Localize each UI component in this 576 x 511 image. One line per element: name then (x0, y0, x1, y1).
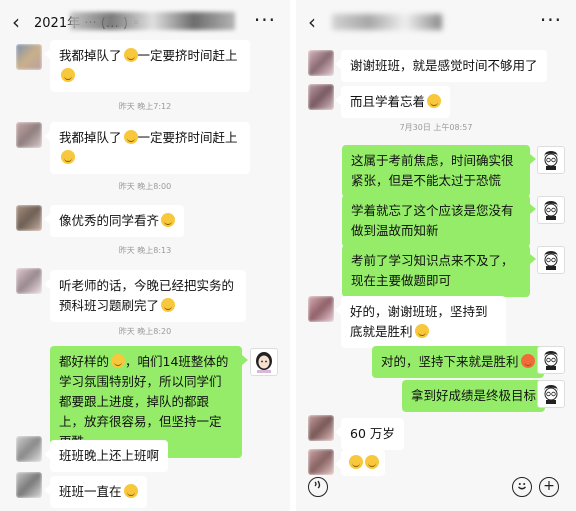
chat-header: ‹ 2021年 ··· (… ) ◦ ··· (0, 0, 290, 44)
message-text: 60 万岁 (350, 426, 395, 441)
grin-emoji-icon (427, 94, 442, 108)
my-avatar[interactable] (537, 196, 565, 224)
cartoon-boy-avatar-icon (544, 351, 558, 370)
avatar[interactable] (16, 44, 42, 70)
timestamp: 昨天 晚上7:12 (118, 102, 172, 111)
avatar[interactable] (308, 415, 334, 441)
laugh-emoji-icon (349, 455, 363, 469)
message-text-2: 一定要挤时间赶上 (137, 48, 238, 63)
chat-header: ‹ ··· (296, 0, 576, 44)
my-avatar[interactable] (537, 246, 565, 274)
message-text: 听老师的话，今晚已经把实务的预科班习题刷完了 (59, 278, 235, 313)
cartoon-boy-avatar-icon (544, 201, 558, 220)
avatar[interactable] (16, 472, 42, 498)
avatar[interactable] (308, 296, 334, 322)
message-bubble[interactable]: 像优秀的同学看齐 (43, 205, 185, 237)
my-avatar[interactable] (537, 146, 565, 174)
message-text: 谢谢班班，就是感觉时间不够用了 (350, 58, 538, 73)
title-redaction (332, 14, 442, 30)
avatar[interactable] (308, 84, 334, 110)
my-avatar[interactable] (537, 346, 565, 374)
message-text: 考前了学习知识点来不及了，现在主要做题即可 (351, 253, 514, 288)
more-icon[interactable]: ··· (254, 8, 276, 32)
message-bubble[interactable]: 班班晚上还上班啊 (43, 440, 169, 472)
smile-emoji-icon (161, 298, 176, 312)
message-bubble[interactable]: 而且学着忘着 (334, 86, 451, 118)
my-message-bubble[interactable]: 学着就忘了这个应该是您没有做到温故而知新 (342, 195, 536, 247)
my-message-bubble[interactable]: 对的，坚持下来就是胜利 (372, 346, 550, 378)
message-text: 这属于考前焦虑，时间确实很紧张，但是不能太过于恐慌 (351, 153, 514, 188)
avatar[interactable] (16, 122, 42, 148)
emoji-icon[interactable] (512, 477, 532, 497)
avatar[interactable] (308, 50, 334, 76)
laugh-emoji-icon (365, 455, 379, 469)
timestamp: 昨天 晚上8:13 (118, 246, 172, 255)
message-text: 都好样的 (59, 354, 110, 369)
smile-emoji-icon (61, 150, 75, 164)
my-message-bubble[interactable]: 这属于考前焦虑，时间确实很紧张，但是不能太过于恐慌 (342, 145, 536, 197)
avatar[interactable] (308, 449, 334, 475)
message-text: 对的，坚持下来就是胜利 (381, 354, 519, 369)
smile-emoji-icon (61, 68, 75, 82)
message-bubble[interactable]: 我都掉队了 一定要挤时间赶上 (44, 122, 250, 174)
avatar[interactable] (16, 436, 42, 462)
my-message-bubble[interactable]: 考前了学习知识点来不及了，现在主要做题即可 (342, 245, 536, 297)
victory-hand-emoji-icon (414, 324, 429, 338)
message-text: 班班一直在 (59, 484, 122, 499)
message-bubble[interactable]: 班班一直在 (44, 476, 147, 508)
message-bubble[interactable]: 好的，谢谢班班，坚持到底就是胜利 (335, 296, 506, 348)
cartoon-boy-avatar-icon (544, 251, 558, 270)
more-icon[interactable]: ··· (540, 8, 562, 32)
back-icon[interactable]: ‹ (12, 10, 20, 34)
cartoon-girl-avatar-icon (256, 352, 272, 373)
timestamp: 昨天 晚上8:20 (118, 327, 172, 336)
message-text: 我都掉队了 (59, 130, 122, 145)
voice-input-icon[interactable] (308, 477, 328, 497)
message-text: 而且学着忘着 (350, 94, 426, 109)
my-avatar[interactable] (250, 348, 278, 376)
thumbs-up-emoji-icon (111, 354, 126, 368)
message-bubble[interactable]: 谢谢班班，就是感觉时间不够用了 (335, 50, 547, 82)
back-icon[interactable]: ‹ (308, 10, 316, 34)
cartoon-boy-avatar-icon (544, 151, 558, 170)
my-avatar[interactable] (537, 380, 565, 408)
avatar[interactable] (16, 268, 42, 294)
smile-emoji-icon (123, 484, 138, 498)
message-bubble[interactable]: 听老师的话，今晚已经把实务的预科班习题刷完了 (44, 270, 246, 322)
timestamp: 昨天 晚上8:00 (118, 182, 172, 191)
grin-emoji-icon (123, 130, 138, 144)
message-text: 班班晚上还上班啊 (59, 448, 160, 463)
message-text: 拿到好成绩是终极目标 (411, 388, 537, 403)
message-bubble[interactable]: 60 万岁 (335, 418, 404, 450)
message-text: 学着就忘了这个应该是您没有做到温故而知新 (351, 203, 514, 238)
strong-arm-emoji-icon (520, 354, 535, 368)
plus-icon[interactable]: + (539, 477, 559, 497)
my-message-bubble[interactable]: 拿到好成绩是终极目标 (402, 380, 552, 412)
title-redaction (70, 12, 235, 30)
message-bubble[interactable] (335, 450, 385, 476)
timestamp: 7月30日 上午08:57 (399, 123, 473, 132)
avatar[interactable] (16, 205, 42, 231)
left-chat-panel: ‹ 2021年 ··· (… ) ◦ ··· 我都掉队了一定要挤时间赶上 昨天 … (0, 0, 290, 511)
message-text: 像优秀的同学看齐 (59, 213, 160, 228)
right-chat-panel: ‹ ··· 谢谢班班，就是感觉时间不够用了 而且学着忘着 7月30日 上午08:… (296, 0, 576, 511)
message-text-2: 一定要挤时间赶上 (137, 130, 238, 145)
message-bubble[interactable]: 我都掉队了 一定要挤时间赶上 (44, 40, 250, 92)
grin-emoji-icon (123, 48, 138, 62)
message-text: 我都掉队了 (59, 48, 122, 63)
smile-emoji-icon (161, 213, 176, 227)
cartoon-boy-avatar-icon (544, 385, 558, 404)
